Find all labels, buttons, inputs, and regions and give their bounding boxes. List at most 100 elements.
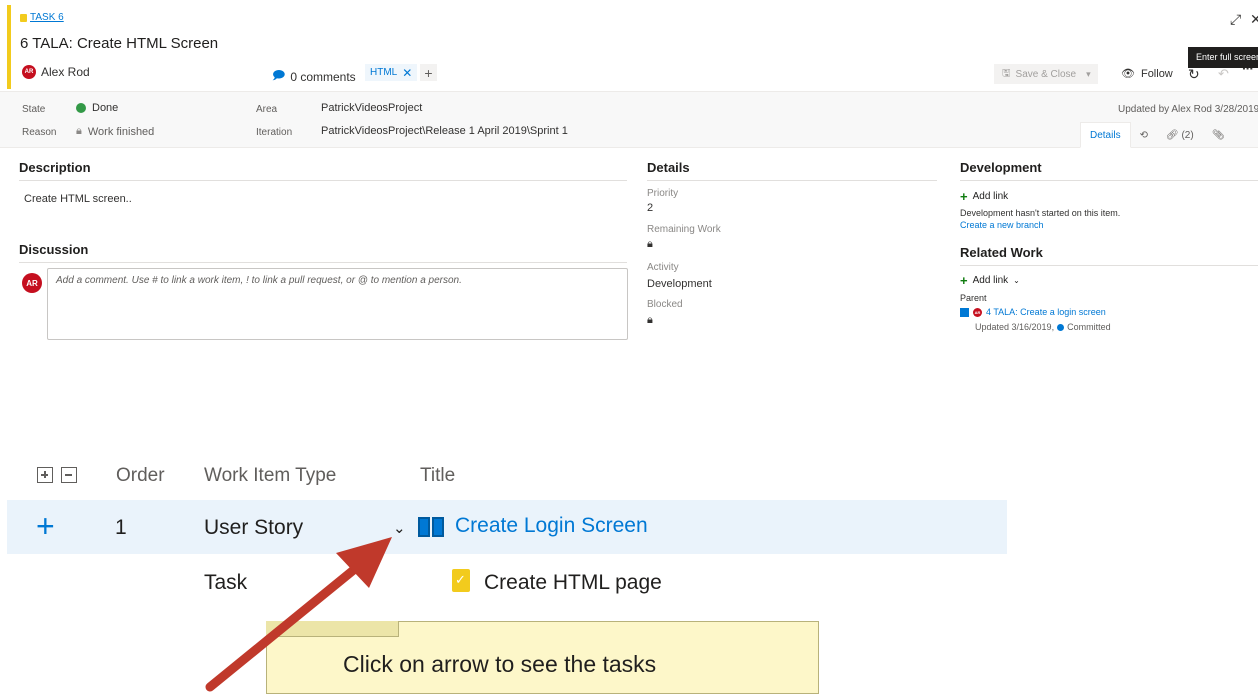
callout-text: Click on arrow to see the tasks (343, 651, 657, 677)
plus-icon: + (960, 189, 968, 204)
blocked-label: Blocked (647, 299, 683, 310)
column-order[interactable]: Order (116, 465, 165, 487)
close-icon[interactable]: ✕ (1250, 11, 1258, 28)
add-link-button[interactable]: + Add link (960, 189, 1008, 204)
task-icon (20, 13, 27, 22)
divider (647, 180, 937, 181)
comments-link[interactable]: 🗩 0 comments (272, 66, 356, 87)
work-item-type-link[interactable]: TASK 6 (20, 12, 64, 23)
description-text[interactable]: Create HTML screen.. (24, 193, 132, 205)
priority-label: Priority (647, 188, 679, 199)
work-item-form: TASK 6 6 TALA: Create HTML Screen AR Ale… (0, 0, 1258, 365)
discussion-heading: Discussion (19, 242, 89, 257)
follow-button[interactable]: 👁 Follow (1121, 67, 1173, 81)
parent-work-item[interactable]: AR 4 TALA: Create a login screen (960, 307, 1106, 317)
tab-links[interactable]: 🔗︎ (2) (1157, 122, 1203, 148)
remaining-work-label: Remaining Work (647, 224, 721, 235)
collapse-all-icon[interactable] (61, 467, 77, 483)
tab-history[interactable]: ⟲ (1131, 122, 1157, 148)
task-color-bar (7, 5, 11, 89)
related-work-heading: Related Work (960, 245, 1043, 260)
development-heading: Development (960, 160, 1042, 175)
assigned-to[interactable]: AR Alex Rod (22, 65, 90, 79)
link-icon: 🔗︎ (1165, 129, 1179, 141)
reason-field[interactable]: 🔒︎ Work finished (76, 125, 154, 138)
add-link-label: Add link (972, 191, 1009, 202)
history-icon: ⟲ (1139, 129, 1148, 141)
save-label: Save & Close (1015, 68, 1077, 80)
lock-icon: 🔒︎ (647, 314, 653, 326)
activity-field[interactable]: Development (647, 278, 712, 290)
activity-label: Activity (647, 262, 679, 273)
details-heading: Details (647, 160, 690, 175)
add-tag-button[interactable]: + (420, 64, 437, 81)
save-close-button[interactable]: 🖫 Save & Close ▾ (994, 64, 1098, 84)
add-link-label: Add link (972, 275, 1009, 286)
type-link-label: TASK 6 (30, 12, 64, 23)
divider (960, 180, 1258, 181)
updated-info[interactable]: Updated by Alex Rod 3/28/2019 (1118, 104, 1258, 115)
refresh-icon[interactable]: ↻ (1188, 66, 1200, 83)
state-value: Done (92, 102, 119, 114)
add-child-icon[interactable]: + (36, 510, 55, 542)
area-field[interactable]: PatrickVideosProject (321, 102, 422, 114)
user-story-title-link[interactable]: Create Login Screen (455, 514, 648, 538)
create-branch-link[interactable]: Create a new branch (960, 220, 1044, 230)
iteration-label: Iteration (256, 127, 293, 138)
parent-label: Parent (960, 293, 987, 303)
tab-details[interactable]: Details (1080, 122, 1131, 148)
work-item-title[interactable]: 6 TALA: Create HTML Screen (20, 35, 218, 52)
expand-all-icon[interactable] (37, 467, 53, 483)
tab-attachments[interactable]: 📎︎ (1203, 122, 1234, 148)
links-count: (2) (1181, 129, 1194, 141)
lock-icon: 🔒︎ (647, 238, 653, 250)
work-item-header: TASK 6 6 TALA: Create HTML Screen AR Ale… (0, 0, 1258, 91)
undo-icon[interactable]: ↶ (1218, 66, 1229, 82)
close-icon[interactable]: ✕ (402, 66, 412, 80)
state-label: State (22, 104, 46, 115)
description-heading: Description (19, 160, 91, 175)
row-type: Task (204, 571, 248, 594)
parent-item-link[interactable]: 4 TALA: Create a login screen (986, 307, 1106, 317)
eye-icon: 👁 (1121, 68, 1135, 80)
state-field[interactable]: Done (76, 102, 118, 114)
parent-updated-date: Updated 3/16/2019, (975, 322, 1055, 332)
task-title-link[interactable]: Create HTML page (484, 571, 662, 595)
reason-value: Work finished (87, 125, 155, 138)
work-item-fields: State Done Reason 🔒︎ Work finished Area … (0, 91, 1258, 148)
attachment-icon: 📎︎ (1211, 129, 1225, 141)
follow-label: Follow (1140, 67, 1173, 80)
divider (19, 262, 627, 263)
lock-icon: 🔒︎ (76, 125, 82, 137)
assigned-name: Alex Rod (41, 65, 90, 79)
form-tabs: Details ⟲ 🔗︎ (2) 📎︎ (1080, 122, 1233, 148)
iteration-field[interactable]: PatrickVideosProject\Release 1 April 201… (321, 125, 568, 137)
column-work-item-type[interactable]: Work Item Type (204, 465, 336, 487)
development-note: Development hasn't started on this item. (960, 208, 1121, 218)
parent-updated: Updated 3/16/2019, Committed (975, 322, 1111, 332)
tag-html[interactable]: HTML ✕ (365, 64, 418, 81)
chevron-down-icon[interactable]: ▾ (1086, 69, 1091, 80)
reason-label: Reason (22, 127, 57, 138)
task-icon (452, 569, 470, 592)
divider (960, 265, 1258, 266)
row-order: 1 (115, 516, 127, 539)
user-story-icon (418, 517, 444, 537)
tag-label: HTML (370, 67, 398, 78)
divider (19, 180, 627, 181)
expand-icon[interactable]: ⤢ (1230, 11, 1241, 28)
column-title[interactable]: Title (420, 465, 455, 487)
chevron-down-icon[interactable]: ⌄ (393, 519, 406, 537)
comment-icon: 🗩 (272, 68, 286, 82)
callout-fold (266, 621, 399, 637)
story-icon (960, 307, 969, 317)
avatar: AR (22, 65, 36, 79)
priority-field[interactable]: 2 (647, 202, 653, 214)
avatar: AR (22, 273, 42, 293)
comment-input[interactable]: Add a comment. Use # to link a work item… (47, 268, 628, 340)
parent-state: Committed (1067, 322, 1111, 332)
chevron-down-icon: ⌄ (1013, 276, 1020, 285)
add-related-link-button[interactable]: + Add link ⌄ (960, 273, 1020, 288)
status-dot-icon (1057, 323, 1065, 331)
comments-count: 0 comments (290, 69, 356, 84)
